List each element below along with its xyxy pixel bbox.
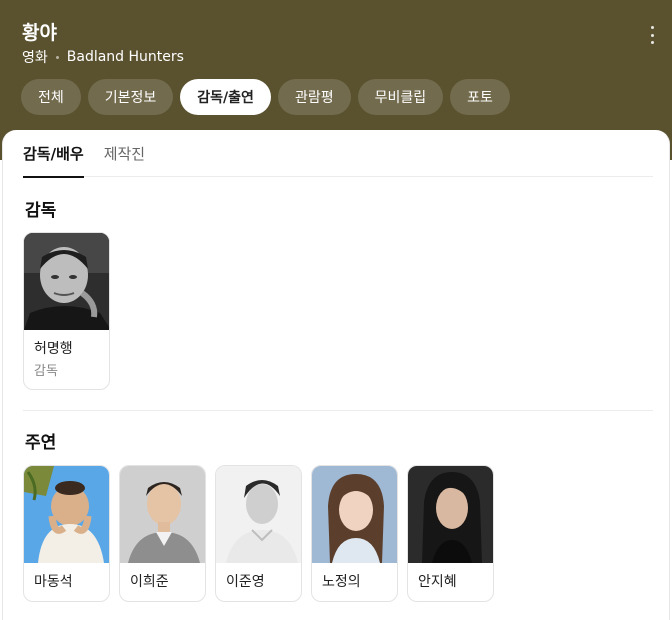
- person-name: 노정의: [322, 574, 361, 590]
- tab-movie-clips[interactable]: 무비클립: [357, 79, 444, 115]
- subtab-production-crew[interactable]: 제작진: [104, 142, 145, 177]
- tab-basic-info[interactable]: 기본정보: [87, 79, 174, 115]
- cast-photo: [408, 466, 493, 563]
- cast-section-title: 주연: [25, 433, 57, 453]
- person-role: 감독: [34, 364, 58, 379]
- tab-cast-crew[interactable]: 감독/출연: [180, 79, 271, 115]
- separator-dot: [55, 55, 59, 59]
- tab-all[interactable]: 전체: [21, 79, 81, 115]
- section-divider: [23, 410, 653, 411]
- person-name: 안지혜: [418, 574, 457, 590]
- subtab-director-actors[interactable]: 감독/배우: [23, 142, 84, 178]
- cast-photo: [216, 466, 301, 563]
- cast-photo: [312, 466, 397, 563]
- person-name: 이희준: [130, 574, 169, 590]
- movie-category: 영화: [22, 50, 48, 66]
- tab-reviews[interactable]: 관람평: [277, 79, 351, 115]
- person-card-cast[interactable]: 이희준: [119, 465, 206, 602]
- content-panel: 감독/배우 제작진 감독 허명행 감독 주연 마동석 이희준 이준영 노정의 안…: [2, 130, 670, 620]
- person-card-cast[interactable]: 노정의: [311, 465, 398, 602]
- person-name: 마동석: [34, 574, 73, 590]
- director-photo: [24, 233, 109, 330]
- main-tabs: 전체 기본정보 감독/출연 관람평 무비클립 포토: [21, 79, 510, 115]
- person-card-cast[interactable]: 이준영: [215, 465, 302, 602]
- person-name: 허명행: [34, 341, 73, 357]
- more-vertical-icon[interactable]: [646, 24, 658, 46]
- person-card-cast[interactable]: 안지혜: [407, 465, 494, 602]
- movie-title: 황야: [22, 22, 57, 44]
- tab-photos[interactable]: 포토: [450, 79, 510, 115]
- sub-tabs: 감독/배우 제작진: [23, 142, 653, 178]
- person-card-director[interactable]: 허명행 감독: [23, 232, 110, 390]
- movie-original-title: Badland Hunters: [66, 49, 184, 65]
- movie-subtitle: 영화 Badland Hunters: [22, 47, 184, 67]
- person-card-cast[interactable]: 마동석: [23, 465, 110, 602]
- cast-photo: [120, 466, 205, 563]
- person-name: 이준영: [226, 574, 265, 590]
- director-section-title: 감독: [25, 201, 57, 221]
- cast-photo: [24, 466, 109, 563]
